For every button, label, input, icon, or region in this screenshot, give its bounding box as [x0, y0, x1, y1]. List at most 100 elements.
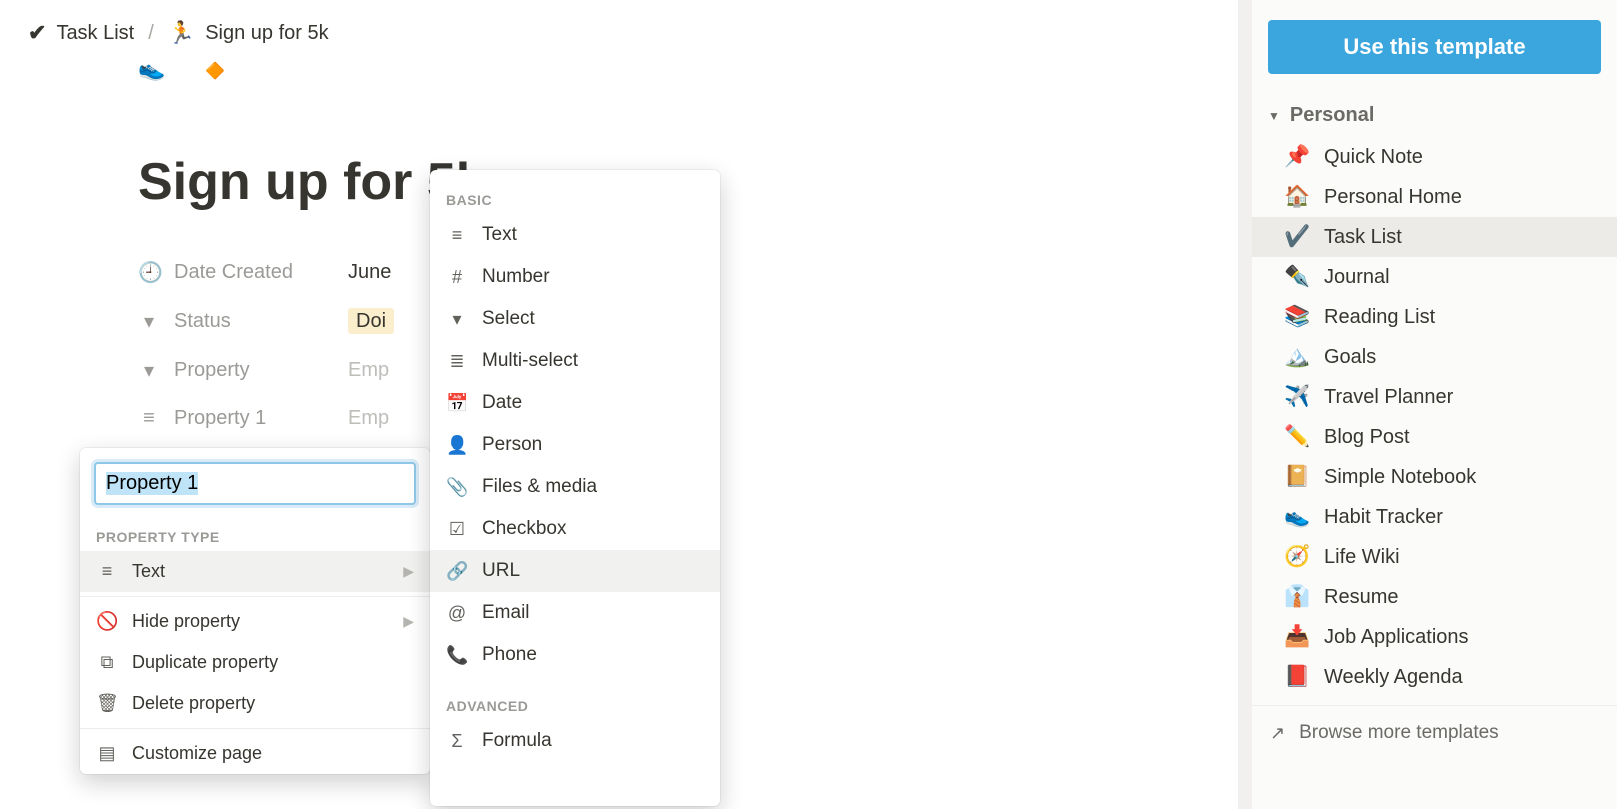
template-label: Journal [1324, 266, 1390, 289]
type-option-phone[interactable]: 📞 Phone [430, 634, 720, 676]
template-label: Resume [1324, 586, 1398, 609]
property-type-current[interactable]: ≡ Text ▶ [80, 551, 430, 592]
eye-off-icon: 🚫 [96, 611, 118, 632]
template-item-goals[interactable]: 🏔️Goals [1252, 337, 1617, 377]
template-emoji-icon: 👔 [1284, 585, 1310, 609]
triangle-down-icon: ▼ [1268, 109, 1280, 123]
type-option-label: Email [482, 602, 530, 624]
template-item-reading-list[interactable]: 📚Reading List [1252, 297, 1617, 337]
type-option-email[interactable]: @ Email [430, 592, 720, 634]
template-emoji-icon: ✔️ [1284, 225, 1310, 249]
template-category-header[interactable]: ▼ Personal [1252, 98, 1617, 137]
template-label: Simple Notebook [1324, 466, 1476, 489]
delete-property[interactable]: 🗑 Delete property [80, 683, 430, 724]
property-label-text: Property 1 [174, 407, 266, 430]
template-item-life-wiki[interactable]: 🧭Life Wiki [1252, 537, 1617, 577]
type-option-label: Select [482, 308, 535, 330]
breadcrumb-current[interactable]: Sign up for 5k [168, 20, 329, 46]
template-emoji-icon: 🏠 [1284, 185, 1310, 209]
template-label: Blog Post [1324, 426, 1410, 449]
template-item-simple-notebook[interactable]: 📔 Simple Notebook [1252, 457, 1617, 497]
template-label: Travel Planner [1324, 386, 1453, 409]
property-value[interactable]: Doi [348, 310, 394, 333]
type-option-date[interactable]: 📅Date [430, 382, 720, 424]
type-option-label: Number [482, 266, 550, 288]
type-option-label: Text [482, 224, 517, 246]
property-type-section-label: PROPERTY TYPE [80, 519, 430, 551]
property-label-text: Date Created [174, 261, 293, 284]
template-emoji-icon: ✏️ [1284, 425, 1310, 449]
property-label[interactable]: 🕘 Date Created [138, 260, 348, 285]
type-option-label: URL [482, 560, 520, 582]
files-media-icon: 📎 [446, 477, 468, 498]
browse-more-templates[interactable]: ↗ Browse more templates [1252, 705, 1617, 760]
hide-property-label: Hide property [132, 611, 240, 632]
advanced-section-label: ADVANCED [430, 676, 720, 720]
select-icon: ▾ [446, 309, 468, 330]
type-option-formula[interactable]: Σ Formula [430, 720, 720, 762]
property-type-picker: BASIC ≡ Text #Number ▾ Select ≣Multi-select📅D… [430, 170, 720, 806]
text-icon: ≡ [446, 225, 468, 246]
delete-property-label: Delete property [132, 693, 255, 714]
property-label[interactable]: ≡Property 1 [138, 407, 348, 430]
divider [80, 596, 430, 597]
breadcrumb-root[interactable]: Task List [28, 20, 134, 46]
template-item-job-applications[interactable]: 📥Job Applications [1252, 617, 1617, 657]
type-option-number[interactable]: #Number [430, 256, 720, 298]
hide-property[interactable]: 🚫 Hide property ▶ [80, 601, 430, 642]
type-option-select[interactable]: ▾ Select [430, 298, 720, 340]
type-option-label: Person [482, 434, 542, 456]
template-label: Reading List [1324, 306, 1435, 329]
property-label-text: Status [174, 310, 231, 333]
template-label: Job Applications [1324, 626, 1469, 649]
template-label: Task List [1324, 226, 1402, 249]
type-option-files-media[interactable]: 📎 Files & media [430, 466, 720, 508]
template-item-journal[interactable]: ✒️ Journal [1252, 257, 1617, 297]
duplicate-icon: ⧉ [96, 652, 118, 673]
type-option-checkbox[interactable]: ☑Checkbox [430, 508, 720, 550]
formula-icon: Σ [446, 731, 468, 752]
multi-select-icon: ≣ [446, 351, 468, 372]
type-option-person[interactable]: 👤Person [430, 424, 720, 466]
divider [80, 728, 430, 729]
type-option-label: Formula [482, 730, 552, 752]
property-label[interactable]: ▾Status [138, 309, 348, 334]
template-item-weekly-agenda[interactable]: 📕Weekly Agenda [1252, 657, 1617, 697]
template-emoji-icon: ✒️ [1284, 265, 1310, 289]
type-option-label: Files & media [482, 476, 597, 498]
template-label: Personal Home [1324, 186, 1462, 209]
breadcrumb-root-label: Task List [56, 22, 134, 45]
property-icon: 🕘 [138, 260, 160, 285]
template-item-personal-home[interactable]: 🏠 Personal Home [1252, 177, 1617, 217]
template-item-resume[interactable]: 👔 Resume [1252, 577, 1617, 617]
template-item-quick-note[interactable]: 📌Quick Note [1252, 137, 1617, 177]
phone-icon: 📞 [446, 645, 468, 666]
basic-section-label: BASIC [430, 170, 720, 214]
template-emoji-icon: 📔 [1284, 465, 1310, 489]
use-template-button[interactable]: Use this template [1268, 20, 1601, 74]
type-option-label: Phone [482, 644, 537, 666]
property-value[interactable]: Emp [348, 359, 389, 382]
url-icon: 🔗 [446, 561, 468, 582]
template-panel: Use this template ▼ Personal 📌Quick Note… [1251, 0, 1617, 809]
property-name-input[interactable] [94, 462, 416, 505]
property-value[interactable]: Emp [348, 407, 389, 430]
customize-page-label: Customize page [132, 743, 262, 764]
email-icon: @ [446, 603, 468, 624]
cover-icons [138, 56, 1251, 82]
property-value[interactable]: June [348, 261, 391, 284]
type-option-url[interactable]: 🔗 URL [430, 550, 720, 592]
type-option-multi-select[interactable]: ≣Multi-select [430, 340, 720, 382]
template-item-habit-tracker[interactable]: 👟Habit Tracker [1252, 497, 1617, 537]
trash-icon: 🗑 [96, 693, 118, 714]
template-item-travel-planner[interactable]: ✈️Travel Planner [1252, 377, 1617, 417]
template-label: Life Wiki [1324, 546, 1400, 569]
template-item-task-list[interactable]: ✔️ Task List [1252, 217, 1617, 257]
customize-page[interactable]: ▤ Customize page [80, 733, 430, 774]
duplicate-property[interactable]: ⧉ Duplicate property [80, 642, 430, 683]
arrow-icon: ↗ [1270, 723, 1285, 744]
template-item-blog-post[interactable]: ✏️ Blog Post [1252, 417, 1617, 457]
property-label[interactable]: ▾Property [138, 358, 348, 383]
runner-icon [168, 20, 195, 46]
type-option-text[interactable]: ≡ Text [430, 214, 720, 256]
